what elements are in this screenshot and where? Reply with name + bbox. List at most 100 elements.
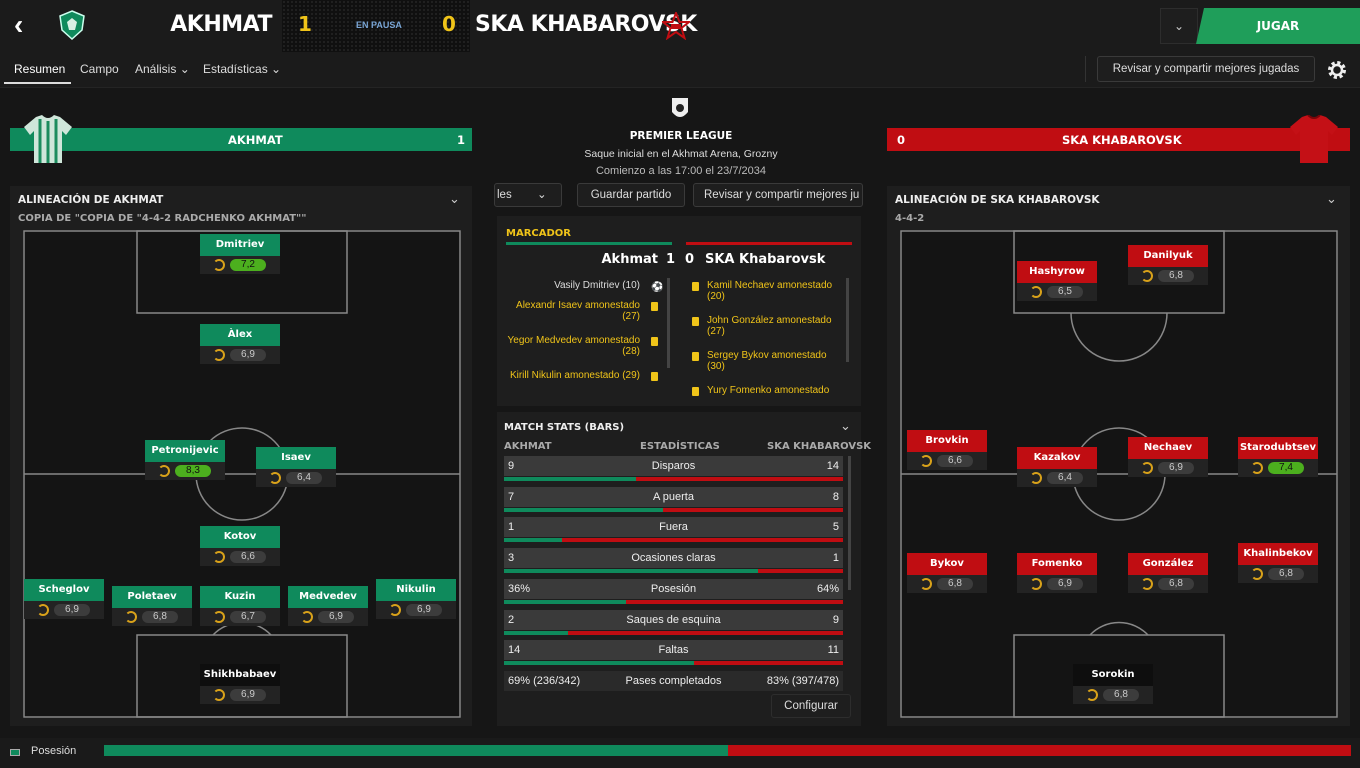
player-rating: 6,4 (286, 472, 322, 484)
performance-icon (213, 349, 225, 361)
configure-button[interactable]: Configurar (771, 694, 851, 718)
tab-estadisticas[interactable]: Estadísticas ⌄ (203, 62, 281, 76)
venue-text: Saque inicial en el Akhmat Arena, Grozny (584, 148, 778, 160)
performance-icon (1141, 270, 1153, 282)
possession-footer: Posesión (0, 738, 1360, 768)
player-name: Kuzin (200, 586, 280, 608)
player-rating: 6,8 (1158, 578, 1194, 590)
home-player-card[interactable]: Isaev 6,4 (256, 447, 336, 487)
home-event-text: Vasily Dmitriev (10) (554, 280, 640, 291)
play-options-dropdown[interactable]: ⌄ (1160, 8, 1198, 44)
away-player-card[interactable]: Fomenko 6,9 (1017, 553, 1097, 593)
stat-away-value: 14 (826, 460, 839, 472)
match-status: EN PAUSA (356, 20, 402, 30)
home-player-card[interactable]: Àlex 6,9 (200, 324, 280, 364)
chevron-down-icon[interactable]: ⌄ (449, 191, 460, 207)
player-rating-row: 6,8 (112, 608, 192, 626)
away-event-text: John González amonestado (27) (707, 315, 832, 337)
top-bar: ‹ AKHMAT 1 EN PAUSA 0 SKA KHABAROVSK ⌄ J… (0, 0, 1360, 52)
player-rating-row: 6,8 (1238, 565, 1318, 583)
player-rating-row: 6,9 (288, 608, 368, 626)
tab-resumen[interactable]: Resumen (14, 62, 65, 76)
stat-away-bar (561, 538, 843, 543)
away-player-card[interactable]: Hashyrow 6,5 (1017, 261, 1097, 301)
possession-bar (104, 745, 1351, 756)
home-player-card[interactable]: Dmitriev 7,2 (200, 234, 280, 274)
home-team-name: AKHMAT (170, 12, 272, 37)
stat-home-bar (504, 661, 694, 666)
away-player-card[interactable]: Kazakov 6,4 (1017, 447, 1097, 487)
chevron-down-icon[interactable]: ⌄ (1326, 191, 1337, 207)
player-name: Petronijevic (145, 440, 225, 462)
home-player-card[interactable]: Kuzin 6,7 (200, 586, 280, 626)
away-player-card[interactable]: González 6,8 (1128, 553, 1208, 593)
player-name: Nechaev (1128, 437, 1208, 459)
view-selector[interactable]: les ⌄ (494, 183, 562, 207)
player-name: Medvedev (288, 586, 368, 608)
yellow-card-icon (692, 282, 699, 291)
player-rating: 6,8 (1158, 270, 1194, 282)
tab-analisis[interactable]: Análisis ⌄ (135, 62, 190, 76)
review-highlights-button-2[interactable]: Revisar y compartir mejores ju (693, 183, 863, 207)
away-player-card[interactable]: Danilyuk 6,8 (1128, 245, 1208, 285)
player-rating-row: 6,7 (200, 608, 280, 626)
stats-scrollbar[interactable] (848, 456, 851, 590)
nav-bar: Resumen Campo Análisis ⌄ Estadísticas ⌄ … (0, 52, 1360, 88)
stat-row: 36% Posesión 64% (504, 578, 843, 605)
chevron-down-icon: ⌄ (537, 189, 547, 201)
review-highlights-button[interactable]: Revisar y compartir mejores jugadas (1097, 56, 1315, 82)
away-player-card[interactable]: Sorokin 6,8 (1073, 664, 1153, 704)
save-match-button[interactable]: Guardar partido (577, 183, 685, 207)
player-rating-row: 6,6 (907, 452, 987, 470)
player-rating: 6,5 (1047, 286, 1083, 298)
home-player-card[interactable]: Petronijevic 8,3 (145, 440, 225, 480)
player-name: Sorokin (1073, 664, 1153, 686)
away-team-score: 0 (897, 133, 906, 147)
player-rating-row: 6,8 (1073, 686, 1153, 704)
player-rating: 6,9 (406, 604, 442, 616)
away-player-card[interactable]: Nechaev 6,9 (1128, 437, 1208, 477)
home-events-scrollbar[interactable] (667, 278, 670, 368)
player-rating-row: 6,8 (1128, 575, 1208, 593)
back-arrow-icon[interactable]: ‹ (14, 10, 42, 42)
home-player-card[interactable]: Kotov 6,6 (200, 526, 280, 566)
possession-label: Posesión (31, 745, 77, 757)
player-rating-row: 6,9 (24, 601, 104, 619)
home-player-card[interactable]: Nikulin 6,9 (376, 579, 456, 619)
away-team-label: SKA KHABAROVSK (1062, 133, 1182, 147)
home-player-card[interactable]: Shikhbabaev 6,9 (200, 664, 280, 704)
home-player-card[interactable]: Scheglov 6,9 (24, 579, 104, 619)
away-player-card[interactable]: Starodubtsev 7,4 (1238, 437, 1318, 477)
stats-col-label: ESTADÍSTICAS (640, 441, 720, 452)
player-rating-row: 6,8 (907, 575, 987, 593)
stat-home-bar (504, 630, 569, 635)
home-event-text: Yegor Medvedev amonestado (28) (507, 335, 641, 357)
home-event-text: Kirill Nikulin amonestado (29) (509, 370, 640, 381)
stat-label: A puerta (653, 490, 694, 503)
home-pitch (23, 230, 461, 718)
performance-icon (1030, 578, 1042, 590)
player-name: Poletaev (112, 586, 192, 608)
player-rating-row: 6,6 (200, 548, 280, 566)
gear-icon[interactable] (1325, 56, 1349, 82)
away-event-text: Kamil Nechaev amonestado (20) (707, 280, 833, 302)
home-player-card[interactable]: Poletaev 6,8 (112, 586, 192, 626)
home-player-card[interactable]: Medvedev 6,9 (288, 586, 368, 626)
home-shirt-icon (24, 115, 72, 163)
away-lineup-title: ALINEACIÓN DE SKA KHABAROVSK (895, 194, 1100, 206)
away-player-card[interactable]: Brovkin 6,6 (907, 430, 987, 470)
away-player-card[interactable]: Khalinbekov 6,8 (1238, 543, 1318, 583)
chevron-down-icon[interactable]: ⌄ (840, 418, 851, 434)
match-stats-title: MATCH STATS (BARS) (504, 422, 625, 433)
player-name: Scheglov (24, 579, 104, 601)
away-player-card[interactable]: Bykov 6,8 (907, 553, 987, 593)
performance-icon (920, 578, 932, 590)
player-rating: 6,8 (142, 611, 178, 623)
yellow-card-icon (651, 302, 658, 311)
player-rating: 6,9 (230, 349, 266, 361)
player-rating: 7,4 (1268, 462, 1304, 474)
tab-campo[interactable]: Campo (80, 62, 119, 76)
play-button[interactable]: JUGAR (1196, 8, 1360, 44)
player-rating: 6,7 (230, 611, 266, 623)
goal-ball-icon: ⚽ (651, 282, 664, 293)
